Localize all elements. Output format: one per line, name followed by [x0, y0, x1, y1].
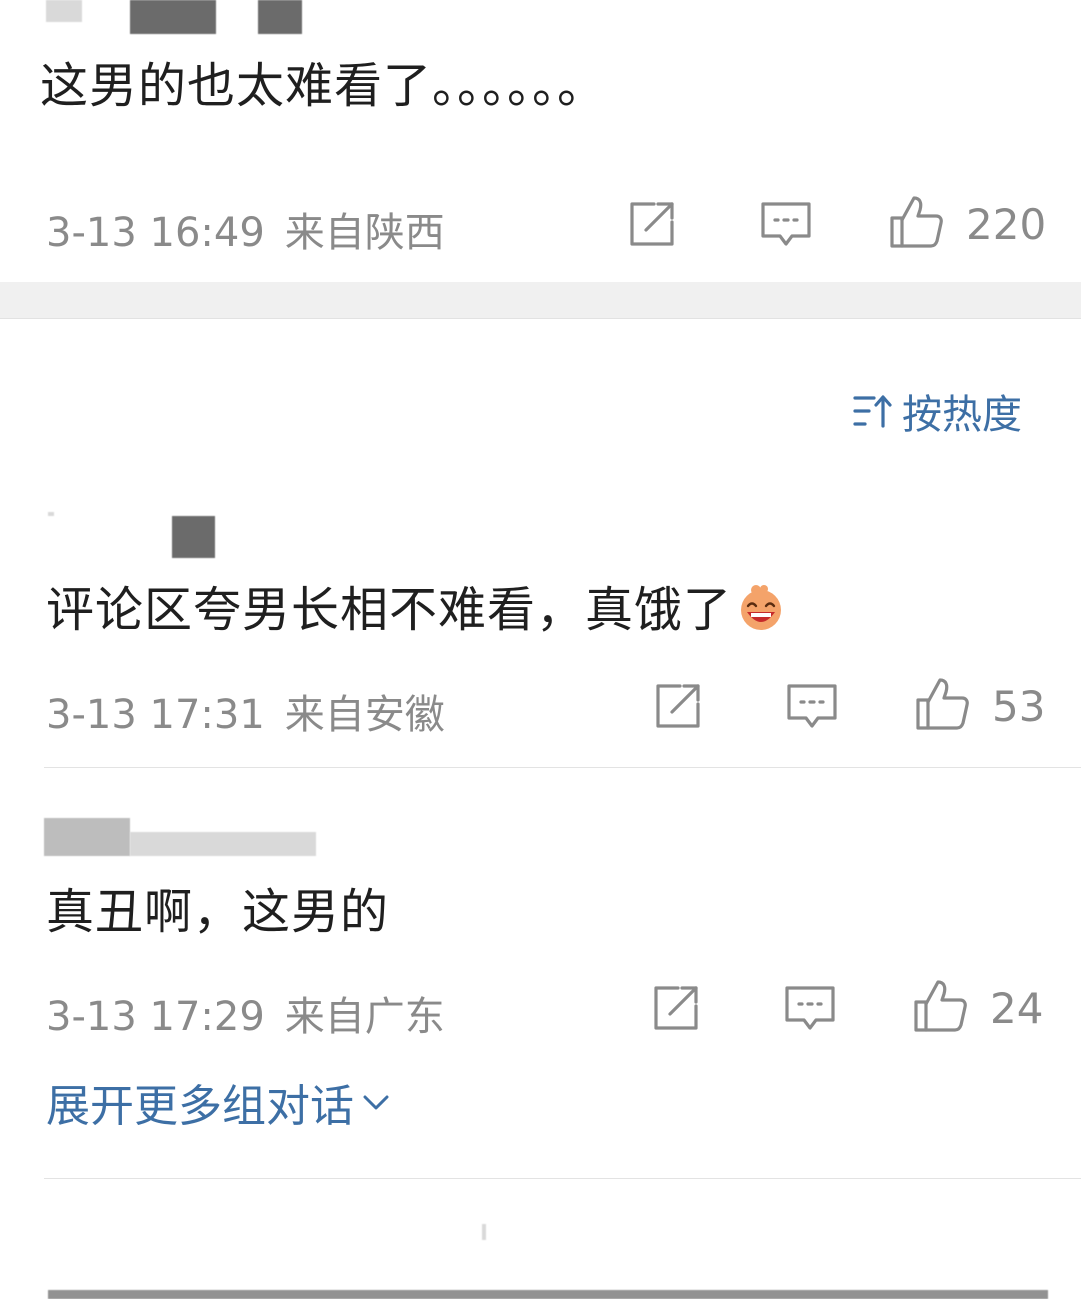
comment-meta: 3-13 16:49 来自陕西	[46, 200, 445, 258]
sort-icon	[853, 395, 892, 428]
sort-label: 按热度	[902, 392, 1022, 438]
comment-meta: 3-13 17:29 来自广东	[46, 984, 445, 1042]
divider	[44, 767, 1081, 768]
section-divider-band	[0, 282, 1081, 319]
comment-text-cutoff	[48, 1290, 1048, 1299]
comment-date: 3-13 16:49	[46, 210, 265, 256]
comment-date: 3-13 17:31	[46, 692, 265, 738]
comment-text: 真丑啊，这男的	[46, 884, 390, 940]
expand-label: 展开更多组对话	[46, 1081, 354, 1132]
like-count: 220	[966, 200, 1047, 249]
username-blurred[interactable]	[130, 0, 216, 34]
comment-location: 来自广东	[284, 994, 445, 1040]
comment-meta: 3-13 17:31 来自安徽	[46, 682, 445, 740]
comment-date: 3-13 17:29	[46, 994, 265, 1040]
like-count: 53	[992, 682, 1046, 731]
username-blurred[interactable]	[46, 0, 82, 22]
username-blurred[interactable]	[48, 512, 54, 516]
share-icon[interactable]	[624, 196, 680, 252]
like-count: 24	[990, 984, 1044, 1033]
like-icon[interactable]	[912, 978, 968, 1034]
comment-location: 来自安徽	[284, 692, 445, 738]
chevron-down-icon	[363, 1095, 389, 1110]
comment-text: 评论区夸男长相不难看，真饿了	[46, 580, 786, 640]
username-blurred[interactable]	[482, 1224, 486, 1240]
like-icon[interactable]	[914, 676, 970, 732]
comment-icon[interactable]	[782, 980, 838, 1036]
laughing-face-icon	[736, 584, 786, 634]
comment-icon[interactable]	[758, 196, 814, 252]
comment-location: 来自陕西	[284, 210, 445, 256]
avatar[interactable]	[172, 516, 215, 558]
comment-text-content: 评论区夸男长相不难看，真饿了	[46, 582, 733, 638]
username-blurred[interactable]	[44, 818, 130, 856]
like-icon[interactable]	[888, 194, 944, 250]
divider	[44, 1178, 1081, 1179]
sort-toggle[interactable]: 按热度	[852, 384, 1022, 438]
share-icon[interactable]	[650, 678, 706, 734]
expand-more-conversations[interactable]: 展开更多组对话	[46, 1072, 392, 1132]
username-blurred[interactable]	[130, 832, 316, 856]
username-blurred[interactable]	[258, 0, 302, 34]
comment-icon[interactable]	[784, 678, 840, 734]
share-icon[interactable]	[648, 980, 704, 1036]
comment-text: 这男的也太难看了。。。。。。	[40, 58, 607, 114]
